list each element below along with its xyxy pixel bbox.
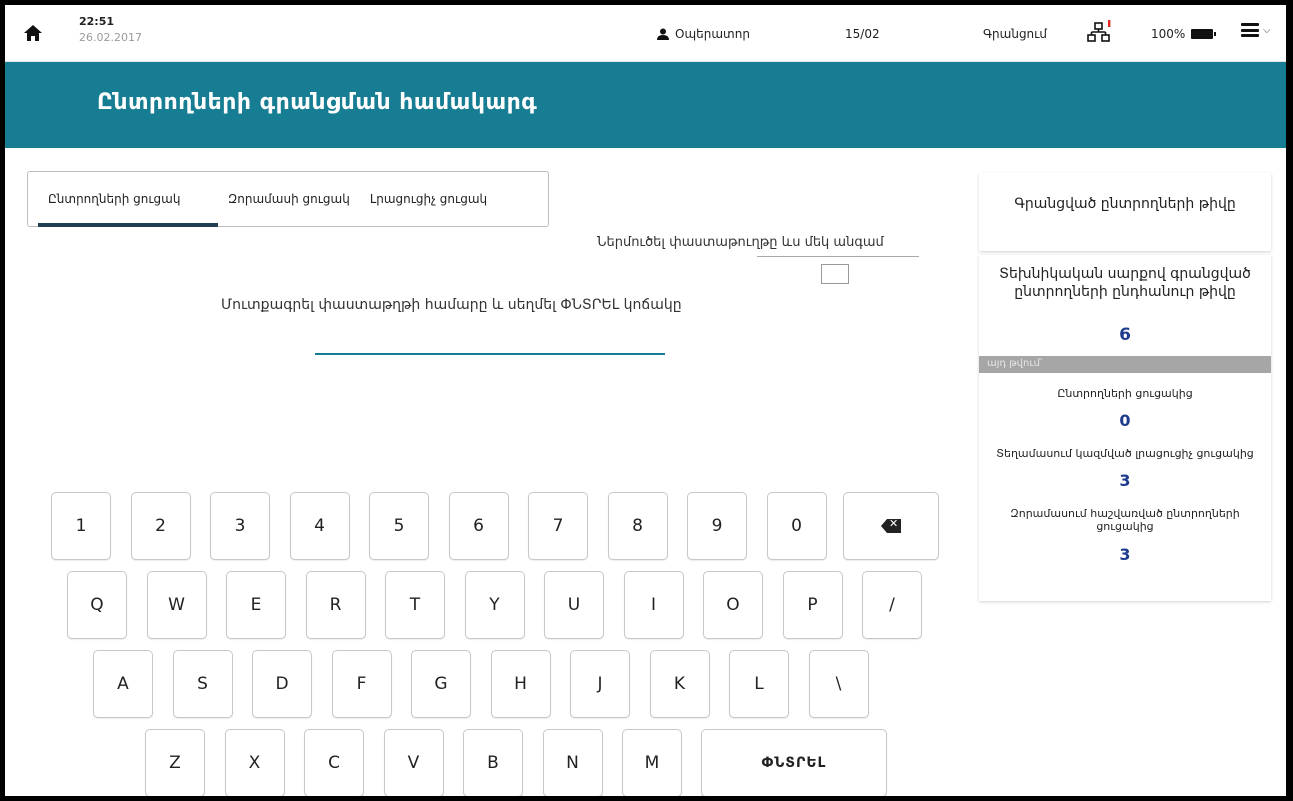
key-y[interactable]: Y <box>464 571 525 639</box>
from-military-list-label: Զորամասում հաշվառված ընտրողների ցուցակից <box>1010 507 1240 533</box>
key-d[interactable]: D <box>252 650 312 718</box>
tab-voter-list[interactable]: Ընտրողների ցուցակ <box>38 172 218 227</box>
key-z[interactable]: Z <box>145 729 205 796</box>
key-k[interactable]: K <box>649 650 710 718</box>
key-backslash[interactable]: \ <box>808 650 869 718</box>
including-bar: այդ թվում՝ <box>979 356 1271 373</box>
chevron-down-icon: ⌵ <box>1263 24 1271 36</box>
user-icon <box>657 28 669 40</box>
key-0[interactable]: 0 <box>766 492 827 560</box>
key-s[interactable]: S <box>172 650 233 718</box>
backspace-icon <box>881 519 901 533</box>
document-number-input[interactable] <box>315 345 665 355</box>
operator-indicator[interactable]: Օպերատոր <box>657 27 750 41</box>
key-p[interactable]: P <box>782 571 843 639</box>
search-button[interactable]: ՓՆՏՐԵԼ <box>701 729 887 796</box>
registered-voters-panel: Տեխնիկական սարքով գրանցված ընտրողների ըն… <box>979 255 1271 601</box>
key-w[interactable]: W <box>146 571 207 639</box>
key-h[interactable]: H <box>490 650 551 718</box>
key-t[interactable]: T <box>385 571 445 639</box>
key-v[interactable]: V <box>383 729 444 796</box>
tab-additional-list[interactable]: Լրացուցիչ ցուցակ <box>360 172 497 226</box>
key-u[interactable]: U <box>544 571 604 639</box>
key-4[interactable]: 4 <box>289 492 350 560</box>
reenter-divider <box>757 256 919 257</box>
key-l[interactable]: L <box>729 650 789 718</box>
key-g[interactable]: G <box>411 650 471 718</box>
menu-button[interactable]: ⌵ <box>1241 23 1271 37</box>
operator-label: Օպերատոր <box>675 27 750 41</box>
key-x[interactable]: X <box>224 729 285 796</box>
key-5[interactable]: 5 <box>369 492 429 560</box>
status-bar: 22:51 26.02.2017 Օպերատոր 15/02 Գրանցում… <box>5 5 1286 62</box>
key-c[interactable]: C <box>304 729 364 796</box>
registration-status[interactable]: Գրանցում <box>983 27 1047 41</box>
from-additional-list-label: Տեղամասում կազմված լրացուցիչ ցուցակից <box>996 447 1254 460</box>
tab-military-list[interactable]: Զորամասի ցուցակ <box>218 172 360 226</box>
from-additional-list-value: 3 <box>1119 471 1131 490</box>
from-voter-list-label: Ընտրողների ցուցակից <box>1057 387 1193 400</box>
key-j[interactable]: J <box>570 650 630 718</box>
key-1[interactable]: 1 <box>51 492 111 560</box>
key-slash[interactable]: / <box>862 571 922 639</box>
battery-label: 100% <box>1151 27 1186 41</box>
page-title: Ընտրողների գրանցման համակարգ <box>97 90 538 115</box>
key-m[interactable]: M <box>622 729 682 796</box>
from-military-list-value: 3 <box>1119 545 1131 564</box>
key-e[interactable]: E <box>226 571 286 639</box>
key-2[interactable]: 2 <box>130 492 191 560</box>
network-icon[interactable] <box>1087 20 1113 44</box>
reenter-document-checkbox[interactable] <box>821 264 849 284</box>
page-indicator: 15/02 <box>845 27 880 41</box>
key-o[interactable]: O <box>703 571 763 639</box>
key-b[interactable]: B <box>463 729 523 796</box>
key-f[interactable]: F <box>331 650 392 718</box>
key-9[interactable]: 9 <box>687 492 747 560</box>
key-3[interactable]: 3 <box>210 492 270 560</box>
key-7[interactable]: 7 <box>528 492 588 560</box>
clock-date: 26.02.2017 <box>79 31 142 44</box>
registered-voters-panel-title: Գրանցված ընտրողների թիվը <box>979 173 1271 251</box>
app-window: 22:51 26.02.2017 Օպերատոր 15/02 Գրանցում… <box>3 3 1288 798</box>
backspace-key[interactable] <box>843 492 939 560</box>
key-6[interactable]: 6 <box>448 492 509 560</box>
key-q[interactable]: Q <box>67 571 127 639</box>
instruction-text: Մուտքագրել փաստաթղթի համարը և սեղմել ՓՆՏ… <box>221 297 682 313</box>
total-registered-label: Տեխնիկական սարքով գրանցված ընտրողների ըն… <box>999 266 1251 300</box>
key-a[interactable]: A <box>93 650 153 718</box>
key-8[interactable]: 8 <box>607 492 668 560</box>
menu-icon <box>1241 23 1259 37</box>
clock-time: 22:51 <box>79 15 115 28</box>
app-header: Ընտրողների գրանցման համակարգ <box>5 62 1286 148</box>
key-n[interactable]: N <box>542 729 603 796</box>
battery-icon <box>1191 29 1217 39</box>
key-r[interactable]: R <box>305 571 366 639</box>
reenter-document-label: Ներմուծել փաստաթուղթը ևս մեկ անգամ <box>597 235 884 250</box>
battery-indicator: 100% <box>1151 27 1217 41</box>
list-tabs: Ընտրողների ցուցակ Զորամասի ցուցակ Լրացու… <box>27 171 549 227</box>
registered-voters-title: Գրանցված ընտրողների թիվը <box>1014 196 1236 212</box>
from-voter-list-value: 0 <box>1119 411 1131 430</box>
home-icon[interactable] <box>23 23 43 43</box>
total-registered-value: 6 <box>1119 325 1131 345</box>
key-i[interactable]: I <box>623 571 684 639</box>
